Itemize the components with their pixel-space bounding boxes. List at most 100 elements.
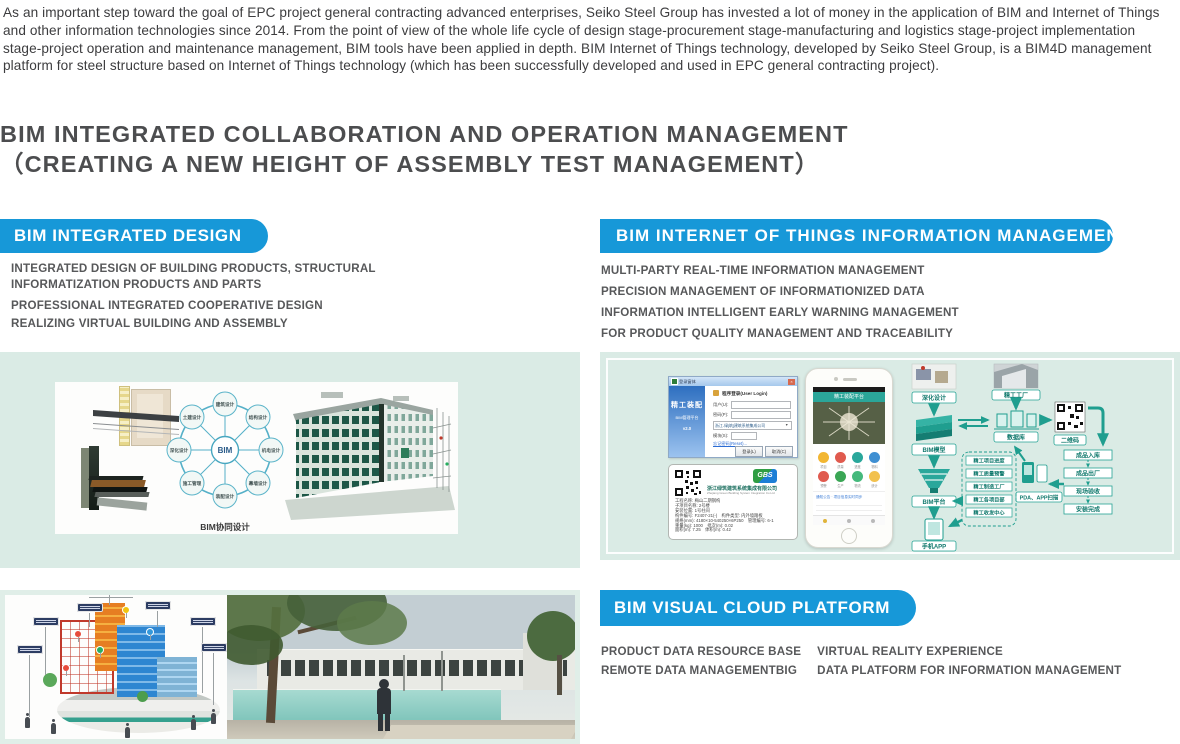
app-icon	[818, 471, 829, 482]
flow-right-steps: 成品入库 成品出厂 现场验收 安装完成	[1064, 450, 1112, 514]
gbs-logo: GBS	[753, 469, 777, 483]
app-icon-item[interactable]: 质量	[832, 452, 849, 469]
intro-paragraph: As an important step toward the goal of …	[3, 4, 1177, 75]
bullet-item: INFORMATION INTELLIGENT EARLY WARNING MA…	[601, 305, 1161, 321]
bullet-item: REALIZING VIRTUAL BUILDING AND ASSEMBLY	[11, 316, 481, 332]
app-title-bar: 精工装配平台	[813, 392, 885, 402]
person-figure	[25, 717, 30, 728]
app-icon-item[interactable]: 项目	[815, 452, 832, 469]
app-icon-item[interactable]: 预警	[815, 471, 832, 488]
flow-qrcode-label: 二维码	[1061, 437, 1079, 445]
home-button[interactable]	[841, 528, 857, 544]
node-label: 幕墙设计	[248, 480, 268, 487]
app-icon-item[interactable]: 生产	[832, 471, 849, 488]
brand-sub: BIM管理平台	[669, 415, 705, 421]
login-brand-sidebar: 精工装配 BIM管理平台 v2.0	[669, 386, 705, 457]
light-pole	[441, 651, 443, 691]
tree-foliage	[337, 601, 407, 645]
pill-iot-management: BIM INTERNET OF THINGS INFORMATION MANAG…	[600, 219, 1113, 253]
node-label: 施工管理	[182, 480, 202, 487]
app-icon-item[interactable]: 进度	[849, 452, 866, 469]
page-title-line1: BIM INTEGRATED COLLABORATION AND OPERATI…	[0, 119, 849, 149]
qr-code	[674, 469, 702, 497]
flow-deepen-label: 深化设计	[922, 394, 946, 402]
brand-version: v2.0	[669, 426, 705, 431]
user-label: 用户(U):	[713, 402, 728, 408]
info-sign	[190, 617, 216, 626]
tab-list-icon[interactable]	[847, 519, 851, 523]
app-icon-item[interactable]: 统计	[866, 471, 883, 488]
login-dialog: 登录窗体 × 精工装配 BIM管理平台 v2.0 程序登录(User Login…	[668, 376, 798, 458]
page: As an important step toward the goal of …	[0, 0, 1180, 744]
pill-visual-cloud: BIM VISUAL CLOUD PLATFORM	[600, 590, 916, 626]
info-sign	[77, 603, 103, 612]
info-sign	[17, 645, 43, 654]
status-pin-yellow	[123, 607, 129, 613]
visual-cloud-col1: PRODUCT DATA RESOURCE BASE REMOTE DATA M…	[601, 642, 801, 680]
figure-bim-design: 建筑设计 结构设计 机电设计 幕墙设计 装配设计 施工管理 深化设计 土建设计 …	[0, 352, 580, 568]
app-icon	[852, 452, 863, 463]
key-icon	[713, 390, 719, 396]
info-sign	[145, 601, 171, 610]
login-form: 程序登录(User Login) 用户(U): 密码(P): 浙江-绿[筑]建筑…	[705, 386, 797, 457]
status-pin-red	[75, 631, 81, 637]
step-label: 现场验收	[1076, 488, 1100, 496]
step-label: 成品出厂	[1076, 470, 1100, 478]
vc-line: VIRTUAL REALITY EXPERIENCE	[817, 642, 1121, 661]
node-label: 深化设计	[170, 447, 189, 454]
flow-module-items: 精工项目进度 精工质量预警 精工制造工厂 精工各项目部 精工收发中心	[966, 456, 1012, 517]
qr-code-icon	[1055, 402, 1085, 432]
iot-flowchart: 深化设计 BIM模型 BIM平台 手机APP	[898, 362, 1113, 552]
pda-scan-icons	[1022, 462, 1047, 483]
tree-icon	[137, 691, 148, 702]
tree-trunk	[557, 655, 562, 695]
app-hero-photo	[813, 402, 885, 444]
login-button[interactable]: 登录(L)	[735, 446, 763, 457]
bim-collaboration-diagram: 建筑设计 结构设计 机电设计 幕墙设计 装配设计 施工管理 深化设计 土建设计 …	[158, 382, 293, 534]
flow-pda-label: PDA、APP扫描	[1020, 494, 1059, 502]
person-leg	[385, 713, 390, 731]
diagram-caption: BIM协同设计	[200, 522, 250, 532]
module-label: 模块(S):	[713, 433, 728, 439]
bim-building-model	[281, 388, 457, 528]
close-icon: ×	[788, 379, 795, 385]
production-line-icon	[994, 411, 1039, 429]
tree-icon	[43, 673, 57, 687]
person-leg	[378, 713, 383, 731]
app-icon	[869, 452, 880, 463]
status-pin-green	[97, 647, 103, 653]
walkway	[383, 725, 575, 739]
card-company-en: Zhejiang Green Building System Integrati…	[707, 491, 793, 495]
bim-model-icon	[916, 415, 952, 441]
app-icon	[835, 452, 846, 463]
app-icon	[869, 471, 880, 482]
card-spec-rows: 工程名称: 梅山二期钢构 子项目名称: 2号楼 安装位置: 1号柱间 构件编号:…	[675, 499, 793, 533]
figure-bim-platform-image	[0, 590, 580, 744]
cancel-button[interactable]: 取消(C)	[765, 446, 793, 457]
status-pin-red	[63, 665, 69, 671]
pill-integrated-design: BIM INTEGRATED DESIGN	[0, 219, 268, 253]
flow-database-label: 数据库	[1007, 434, 1025, 442]
app-icon-item[interactable]: 物料	[866, 452, 883, 469]
steel-joint-render	[67, 446, 147, 530]
blue-low-building	[157, 657, 197, 697]
info-sign	[33, 617, 59, 626]
visual-cloud-text: PRODUCT DATA RESOURCE BASE REMOTE DATA M…	[601, 642, 1121, 680]
module-input[interactable]	[731, 432, 757, 440]
bullet-item: FOR PRODUCT QUALITY MANAGEMENT AND TRACE…	[601, 326, 1161, 342]
person-figure	[125, 727, 130, 738]
flow-mobile-app-label: 手机APP	[922, 543, 946, 551]
tab-home-icon[interactable]	[823, 519, 827, 523]
bim-platform-funnel-icon	[918, 469, 950, 493]
module-label: 精工各项目部	[973, 496, 1005, 504]
user-input[interactable]	[731, 401, 791, 409]
password-input[interactable]	[731, 411, 791, 419]
diagram-center-label: BIM	[218, 446, 233, 455]
info-sign	[201, 643, 227, 652]
card-row: 面积(m): 7.25 体积(m): 0.42	[675, 528, 793, 533]
step-label: 安装完成	[1076, 506, 1100, 514]
tab-user-icon[interactable]	[871, 519, 875, 523]
page-title: BIM INTEGRATED COLLABORATION AND OPERATI…	[0, 119, 849, 179]
company-select[interactable]: 浙江-绿[筑]建筑系统集成公司	[713, 421, 792, 430]
app-icon-item[interactable]: 物流	[849, 471, 866, 488]
